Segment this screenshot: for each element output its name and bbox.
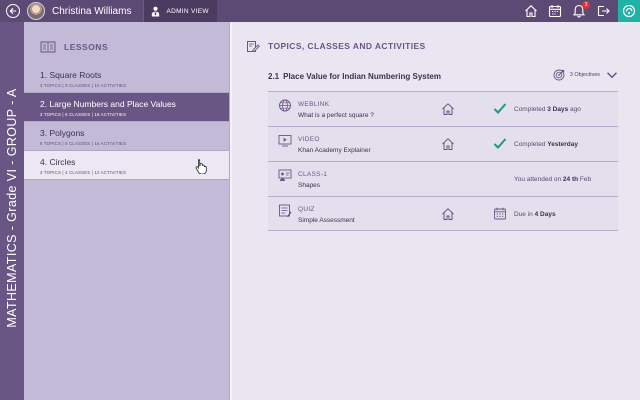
activity-status: Completed Yesterday — [514, 141, 578, 148]
course-strip: MATHEMATICS - Grade VI - GROUP - A — [0, 22, 24, 400]
admin-view-label: ADMIN VIEW — [166, 7, 209, 15]
main-header: TOPICS, CLASSES AND ACTIVITIES — [232, 39, 640, 53]
topic-header[interactable]: 2.1 Place Value for Indian Numbering Sys… — [268, 69, 618, 83]
admin-icon — [152, 6, 160, 17]
activity-row[interactable]: CLASS-1 Shapes You attended on 24 th Feb — [268, 161, 618, 196]
notification-badge: 3 — [582, 1, 590, 9]
checkmark-icon — [493, 138, 507, 149]
home-icon[interactable] — [441, 102, 455, 116]
target-icon — [553, 69, 565, 81]
hand-cursor-icon — [195, 159, 207, 174]
lesson-item[interactable]: 3. Polygons 6 TOPICS | 6 CLASSES | 16 AC… — [24, 122, 229, 151]
logout-icon — [597, 5, 610, 17]
weblink-icon — [279, 99, 291, 112]
notifications-button[interactable]: 3 — [572, 1, 590, 18]
lesson-meta: 3 TOPICS | 3 CLASSES | 10 ACTIVITIES — [40, 83, 127, 88]
lesson-item[interactable]: 1. Square Roots 3 TOPICS | 3 CLASSES | 1… — [24, 64, 229, 93]
objectives-label: 3 Objectives — [569, 72, 600, 78]
avatar[interactable] — [27, 2, 45, 20]
lesson-meta: 6 TOPICS | 6 CLASSES | 16 ACTIVITIES — [40, 141, 127, 146]
home-icon[interactable] — [441, 207, 455, 221]
lesson-meta: 3 TOPICS | 6 CLASSES | 18 ACTIVITIES — [40, 112, 127, 117]
activity-title: Simple Assessment — [298, 217, 355, 224]
activity-title: Shapes — [298, 182, 321, 189]
edit-document-icon — [247, 40, 260, 52]
quiz-icon — [279, 204, 292, 217]
calendar-icon — [494, 207, 506, 220]
activity-row[interactable]: VIDEO Khan Academy Explainer Completed Y… — [268, 126, 618, 161]
topic-name: Place Value for Indian Numbering System — [283, 71, 441, 81]
main-title: TOPICS, CLASSES AND ACTIVITIES — [268, 41, 426, 51]
home-icon[interactable] — [441, 137, 455, 151]
chevron-down-icon — [606, 72, 618, 79]
video-icon — [278, 135, 292, 147]
activity-type: WEBLINK — [298, 101, 330, 108]
activity-list: WEBLINK What is a perfect square ? Compl… — [268, 91, 618, 231]
activity-row[interactable]: WEBLINK What is a perfect square ? Compl… — [268, 91, 618, 126]
lessons-panel: LESSONS 1. Square Roots 3 TOPICS | 3 CLA… — [24, 22, 230, 400]
activity-row[interactable]: QUIZ Simple Assessment Due in 4 Days — [268, 196, 618, 231]
activity-type: VIDEO — [298, 136, 320, 143]
home-icon — [525, 5, 537, 18]
classroom-icon — [278, 169, 292, 181]
brand-logo-button[interactable] — [618, 0, 640, 22]
activity-status: You attended on 24 th Feb — [514, 176, 592, 183]
home-nav-button[interactable] — [524, 4, 538, 18]
activity-title: What is a perfect square ? — [298, 112, 374, 119]
objectives-toggle[interactable]: 3 Objectives — [553, 69, 618, 81]
activity-status: Due in 4 Days — [514, 211, 556, 218]
admin-view-toggle[interactable]: ADMIN VIEW — [143, 0, 217, 22]
activity-type: QUIZ — [298, 206, 315, 213]
top-bar: Christina Williams ADMIN VIEW 3 — [0, 0, 640, 22]
back-button[interactable] — [6, 4, 20, 18]
lessons-header: LESSONS — [24, 36, 229, 58]
main-panel: TOPICS, CLASSES AND ACTIVITIES 2.1 Place… — [230, 22, 640, 400]
activity-type: CLASS-1 — [298, 171, 328, 178]
lesson-item-selected[interactable]: 2. Large Numbers and Place Values 3 TOPI… — [24, 93, 229, 122]
activity-status: Completed 3 Days ago — [514, 106, 581, 113]
book-icon — [40, 41, 56, 53]
logout-button[interactable] — [596, 4, 610, 18]
lesson-name: 2. Large Numbers and Place Values — [40, 99, 176, 109]
topic-number: 2.1 — [268, 71, 280, 81]
lesson-name: 1. Square Roots — [40, 70, 102, 80]
arrow-left-icon — [9, 7, 16, 15]
lesson-name: 3. Polygons — [40, 128, 85, 138]
checkmark-icon — [493, 103, 507, 114]
lessons-title: LESSONS — [64, 42, 109, 52]
activity-title: Khan Academy Explainer — [298, 147, 371, 154]
lesson-list: 1. Square Roots 3 TOPICS | 3 CLASSES | 1… — [24, 64, 229, 180]
calendar-icon — [548, 5, 562, 18]
course-title: MATHEMATICS - Grade VI - GROUP - A — [5, 88, 19, 328]
calendar-button[interactable] — [548, 4, 562, 18]
brand-logo-icon — [622, 4, 636, 18]
lesson-item-hovered[interactable]: 4. Circles 3 TOPICS | 4 CLASSES | 12 ACT… — [24, 151, 229, 180]
user-name: Christina Williams — [52, 5, 132, 17]
